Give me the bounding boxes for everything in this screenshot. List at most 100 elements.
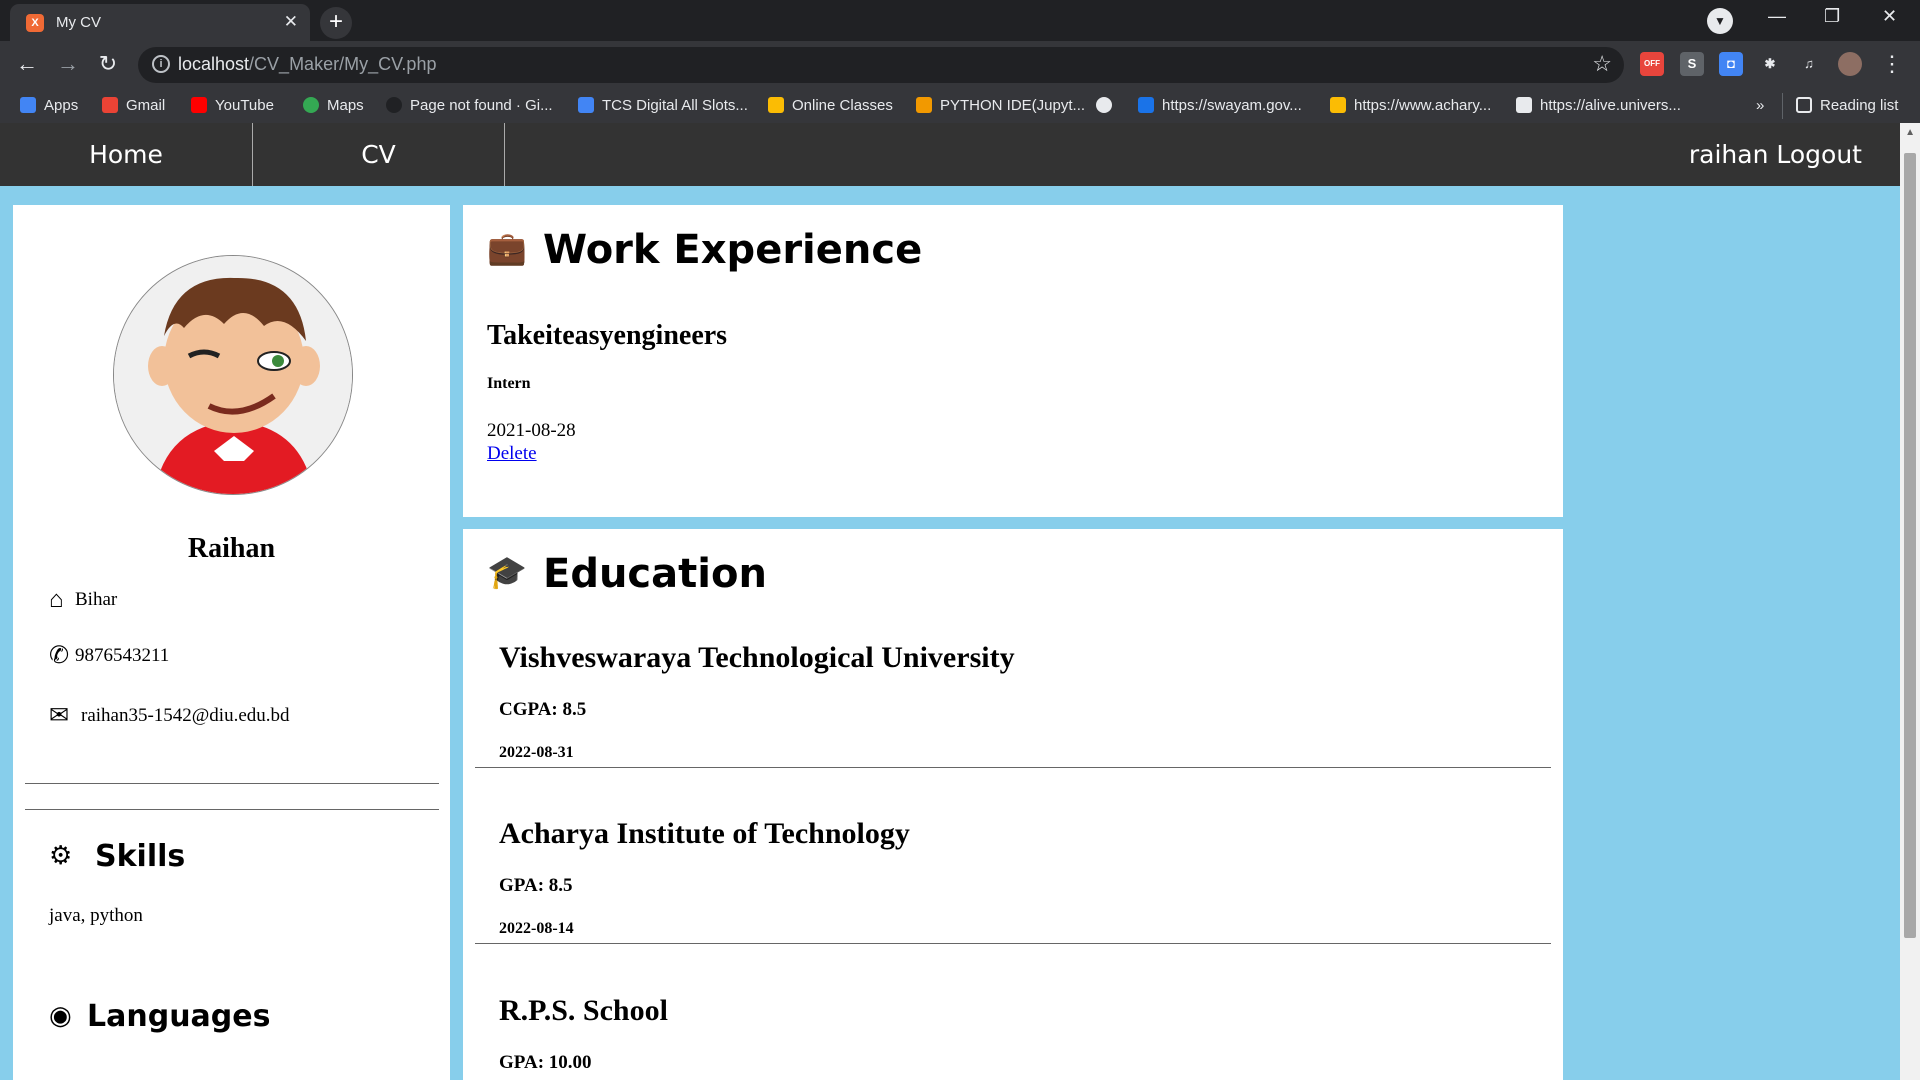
education-school: Vishveswaraya Technological University <box>499 641 1015 674</box>
restore-icon[interactable]: ❐ <box>1824 6 1840 27</box>
site-navbar: Home CV raihan Logout <box>0 123 1900 186</box>
education-divider <box>475 767 1551 768</box>
browser-tabstrip: X My CV ✕ + ▼ — ❐ ✕ <box>0 0 1920 41</box>
tab-search-icon[interactable]: ▼ <box>1707 8 1733 34</box>
address-bar[interactable]: i localhost/CV_Maker/My_CV.php ☆ <box>138 47 1624 83</box>
minimize-icon[interactable]: — <box>1768 6 1786 27</box>
swayam-icon <box>1138 97 1154 113</box>
education-heading: 🎓 Education <box>487 551 767 597</box>
alive-icon <box>1516 97 1532 113</box>
work-role: Intern <box>487 375 531 392</box>
work-experience-heading: 💼 Work Experience <box>487 227 923 273</box>
bookmarks-overflow-button[interactable]: » <box>1756 97 1764 114</box>
nav-cv-link[interactable]: CV <box>253 123 505 186</box>
maps-pin-icon <box>303 97 319 113</box>
education-divider <box>475 943 1551 944</box>
bookmark-swayam[interactable]: https://swayam.gov... <box>1138 97 1302 114</box>
email-row: ✉ raihan35-1542@diu.edu.bd <box>49 701 290 730</box>
bookmarks-bar: Apps Gmail YouTube Maps Page not found ·… <box>0 89 1920 123</box>
puzzle-extension-icon[interactable]: ✱ <box>1758 52 1782 76</box>
globe-icon: ◉ <box>49 1001 72 1031</box>
media-extension-icon[interactable]: ♫ <box>1797 52 1821 76</box>
classroom-icon <box>768 97 784 113</box>
education-date: 2022-08-31 <box>499 744 574 761</box>
education-grade: GPA: 8.5 <box>499 875 573 896</box>
s-extension-icon[interactable]: S <box>1680 52 1704 76</box>
education-grade: CGPA: 8.5 <box>499 699 587 720</box>
tab-title: My CV <box>56 14 101 31</box>
page-viewport: Home CV raihan Logout Raihan ⌂ Bihar ✆ 9… <box>0 123 1920 1080</box>
email-text: raihan35-1542@diu.edu.bd <box>81 705 290 726</box>
education-school: R.P.S. School <box>499 994 668 1027</box>
work-company: Takeiteasyengineers <box>487 320 728 351</box>
profile-sidebar: Raihan ⌂ Bihar ✆ 9876543211 ✉ raihan35-1542… <box>13 205 450 1080</box>
close-window-icon[interactable]: ✕ <box>1882 6 1897 27</box>
phone-text: 9876543211 <box>75 645 170 666</box>
education-grade: GPA: 10.00 <box>499 1052 592 1073</box>
site-info-icon[interactable]: i <box>152 55 170 73</box>
off-extension-icon[interactable]: OFF <box>1640 52 1664 76</box>
globe-icon <box>1096 97 1112 113</box>
languages-heading: ◉ Languages <box>49 999 271 1034</box>
profile-avatar-icon[interactable] <box>1838 52 1862 76</box>
briefcase-icon: 💼 <box>487 229 527 267</box>
reading-list-button[interactable]: Reading list <box>1796 97 1898 114</box>
work-date: 2021-08-28 <box>487 420 576 441</box>
home-icon: ⌂ <box>49 587 64 613</box>
bookmark-gmail[interactable]: Gmail <box>102 97 165 114</box>
education-card: 🎓 Education Vishveswaraya Technological U… <box>463 529 1563 1080</box>
skills-text: java, python <box>49 905 143 926</box>
book-icon <box>916 97 932 113</box>
address-row: ⌂ Bihar <box>49 587 117 614</box>
bookmark-acharya[interactable]: https://www.achary... <box>1330 97 1491 114</box>
bookmark-python-ide[interactable]: PYTHON IDE(Jupyt... <box>916 97 1085 114</box>
education-school: Acharya Institute of Technology <box>499 817 910 850</box>
phone-icon: ✆ <box>49 643 70 669</box>
bookmark-apps[interactable]: Apps <box>20 97 78 114</box>
vertical-scrollbar[interactable]: ▲ <box>1900 123 1920 1080</box>
bookmark-youtube[interactable]: YouTube <box>191 97 274 114</box>
browser-tab[interactable]: X My CV ✕ <box>10 4 310 41</box>
skills-heading: ⚙ Skills <box>49 839 186 874</box>
gmail-icon <box>102 97 118 113</box>
browser-toolbar: ← → ↻ i localhost/CV_Maker/My_CV.php ☆ O… <box>0 41 1920 89</box>
close-tab-icon[interactable]: ✕ <box>284 12 298 32</box>
forward-icon[interactable]: → <box>54 51 82 77</box>
bookmark-tcs[interactable]: TCS Digital All Slots... <box>578 97 748 114</box>
menu-kebab-icon[interactable]: ⋮ <box>1878 51 1906 77</box>
reload-icon[interactable]: ↻ <box>94 51 122 77</box>
graduation-cap-icon: 🎓 <box>487 553 527 591</box>
bookmark-github[interactable]: Page not found · Gi... <box>386 97 553 114</box>
work-experience-card: 💼 Work Experience Takeiteasyengineers Int… <box>463 205 1563 517</box>
envelope-icon: ✉ <box>49 703 70 729</box>
youtube-icon <box>191 97 207 113</box>
github-icon <box>386 97 402 113</box>
apps-grid-icon <box>20 97 36 113</box>
camera-extension-icon[interactable]: ◘ <box>1719 52 1743 76</box>
docs-icon <box>578 97 594 113</box>
reading-list-icon <box>1796 97 1812 113</box>
bookmark-globe[interactable] <box>1096 97 1120 114</box>
url-text: localhost/CV_Maker/My_CV.php <box>178 54 437 74</box>
bookmark-star-icon[interactable]: ☆ <box>1592 51 1612 77</box>
sidebar-divider <box>25 809 439 810</box>
sidebar-divider <box>25 783 439 784</box>
xampp-icon: X <box>26 14 44 32</box>
new-tab-button[interactable]: + <box>320 7 352 39</box>
profile-name: Raihan <box>187 533 276 564</box>
bookmark-alive[interactable]: https://alive.univers... <box>1516 97 1681 114</box>
back-icon[interactable]: ← <box>13 51 41 77</box>
delete-link[interactable]: Delete <box>487 443 537 465</box>
scroll-up-arrow-icon[interactable]: ▲ <box>1905 127 1915 138</box>
bookmark-online-classes[interactable]: Online Classes <box>768 97 893 114</box>
gear-icon: ⚙ <box>49 841 73 871</box>
bookmark-maps[interactable]: Maps <box>303 97 364 114</box>
avatar-illustration <box>114 256 352 494</box>
acharya-icon <box>1330 97 1346 113</box>
address-text: Bihar <box>75 589 118 610</box>
scrollbar-thumb[interactable] <box>1904 153 1916 938</box>
bookmarks-separator <box>1782 93 1783 119</box>
education-date: 2022-08-14 <box>499 920 574 937</box>
nav-logout-link[interactable]: raihan Logout <box>1689 123 1862 186</box>
nav-home-link[interactable]: Home <box>0 123 253 186</box>
